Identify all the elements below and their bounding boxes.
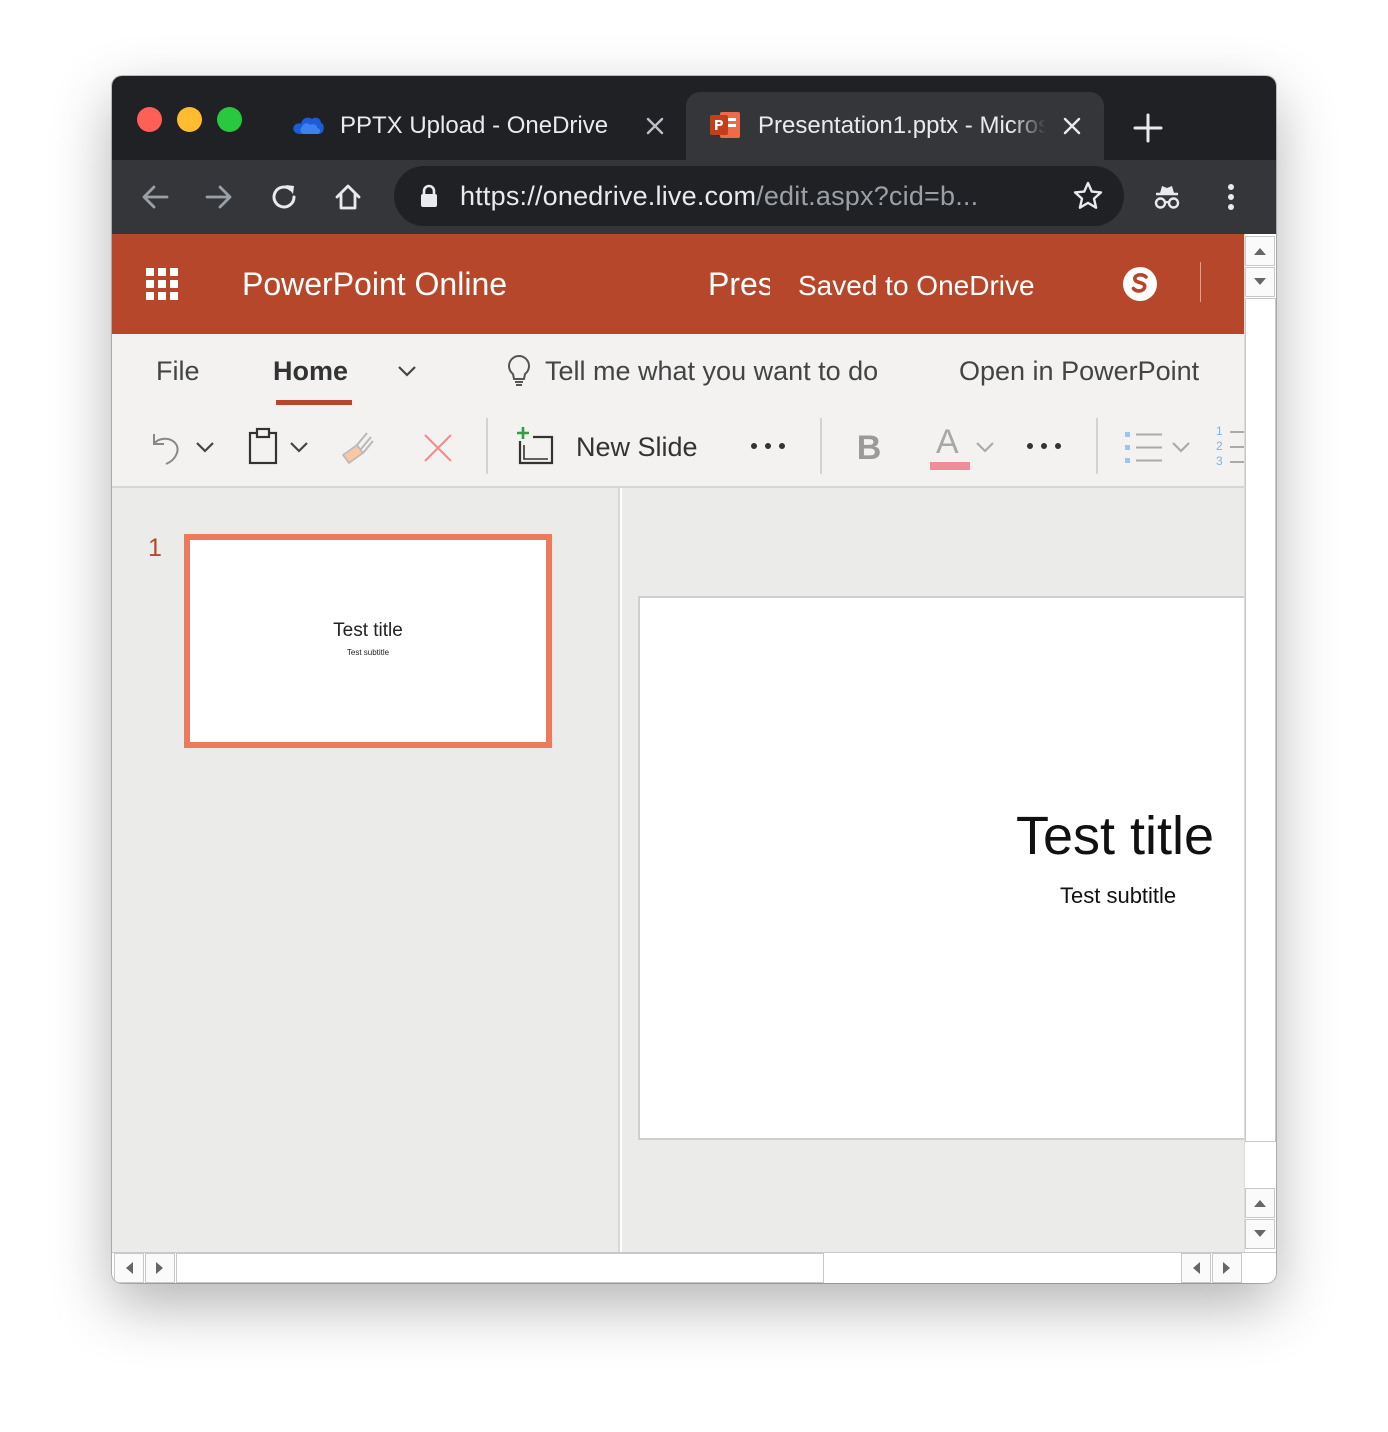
tab-close-icon[interactable]	[643, 114, 667, 138]
url-path: /edit.aspx?cid=b...	[756, 181, 979, 211]
bullets-icon[interactable]	[1124, 428, 1164, 468]
scroll-left-icon[interactable]	[114, 1253, 144, 1283]
horizontal-scrollbar[interactable]	[112, 1252, 1276, 1283]
zoom-window-button[interactable]	[217, 107, 242, 132]
tab-presentation[interactable]: Presentation1.pptx - Microsoft PowerPoin…	[686, 92, 1104, 160]
thumbnail-subtitle: Test subtitle	[346, 648, 390, 657]
format-painter-icon[interactable]	[338, 428, 378, 468]
address-bar[interactable]: https://onedrive.live.com/edit.aspx?cid=…	[394, 166, 1124, 226]
scroll-up-icon[interactable]	[1245, 1188, 1275, 1218]
tab-onedrive[interactable]: PPTX Upload - OneDrive	[277, 92, 687, 160]
vertical-scrollbar[interactable]	[1244, 234, 1276, 1252]
ribbon-separator	[1096, 418, 1098, 474]
app-launcher-icon[interactable]	[146, 268, 178, 300]
undo-icon[interactable]	[146, 428, 186, 468]
font-color-chevron-icon[interactable]	[974, 436, 996, 458]
slide-canvas[interactable]: Test title Test subtitle	[638, 596, 1244, 1140]
delete-x-icon[interactable]	[420, 430, 456, 466]
new-slide-icon[interactable]	[514, 424, 558, 468]
undo-dropdown-chevron-icon[interactable]	[194, 436, 216, 458]
new-slide-button[interactable]: New Slide	[576, 430, 698, 464]
thumbnail-title: Test title	[333, 620, 403, 641]
bookmark-star-icon[interactable]	[1072, 180, 1104, 212]
scroll-up-icon[interactable]	[1245, 236, 1275, 266]
tab-bar: PPTX Upload - OneDrive Presentation1.ppt…	[112, 76, 1276, 160]
numbering-button[interactable]: 1 2 3	[1216, 424, 1244, 470]
tab-file[interactable]: File	[156, 354, 200, 388]
active-tab-indicator	[276, 400, 352, 405]
browser-toolbar: https://onedrive.live.com/edit.aspx?cid=…	[112, 160, 1276, 234]
chevron-down-icon[interactable]	[396, 360, 418, 382]
lightbulb-icon	[508, 355, 530, 386]
ribbon-separator	[486, 418, 488, 474]
url-host: onedrive.live.com	[542, 181, 757, 211]
scroll-down-icon[interactable]	[1245, 1219, 1275, 1249]
app-name[interactable]: PowerPoint Online	[242, 264, 507, 304]
numbering-glyph: 1	[1216, 424, 1223, 438]
slide-title[interactable]: Test title	[1016, 804, 1222, 868]
onedrive-cloud-icon	[293, 117, 324, 134]
scroll-left-icon[interactable]	[1181, 1253, 1211, 1283]
document-name[interactable]: Presentation1	[708, 264, 770, 304]
slide-editing-pane: Test title Test subtitle	[622, 488, 1244, 1252]
close-window-button[interactable]	[137, 107, 162, 132]
scroll-right-icon[interactable]	[1212, 1253, 1242, 1283]
tab-close-icon[interactable]	[1060, 114, 1084, 138]
header-divider	[1200, 262, 1201, 302]
bullets-chevron-icon[interactable]	[1170, 436, 1192, 458]
paste-clipboard-icon[interactable]	[246, 426, 280, 466]
forward-icon[interactable]	[202, 180, 236, 214]
numbering-glyph: 3	[1216, 454, 1223, 468]
tell-me-search[interactable]: Tell me what you want to do	[545, 354, 878, 388]
paste-dropdown-chevron-icon[interactable]	[288, 436, 310, 458]
bold-button[interactable]: B	[852, 428, 886, 468]
ribbon-commands: New Slide B A 1 2 3	[112, 410, 1244, 488]
more-ellipsis-icon[interactable]	[748, 434, 788, 458]
tab-title: Presentation1.pptx - Microsoft PowerPoin…	[758, 112, 1046, 139]
incognito-icon[interactable]	[1150, 180, 1184, 214]
font-color-glyph: A	[936, 423, 959, 461]
home-icon[interactable]	[331, 180, 365, 214]
menu-kebab-icon[interactable]	[1214, 180, 1248, 214]
minimize-window-button[interactable]	[177, 107, 202, 132]
font-color-button[interactable]: A	[930, 422, 970, 470]
slide-subtitle[interactable]: Test subtitle	[1060, 882, 1176, 910]
url-text: https://onedrive.live.com/edit.aspx?cid=…	[460, 180, 1040, 212]
slide-thumbnail[interactable]: Test title Test subtitle	[184, 534, 552, 748]
url-scheme: https://	[460, 181, 543, 211]
scroll-right-icon[interactable]	[145, 1253, 175, 1283]
numbering-glyph: 2	[1216, 439, 1223, 453]
horizontal-scroll-thumb[interactable]	[176, 1253, 824, 1283]
save-status: Saved to OneDrive	[798, 270, 1035, 301]
font-color-swatch	[930, 462, 970, 470]
skype-icon[interactable]	[1120, 264, 1160, 304]
more-ellipsis-icon[interactable]	[1024, 434, 1064, 458]
tab-home[interactable]: Home	[273, 354, 348, 388]
app-header: PowerPoint Online Presentation1 Saved to…	[112, 234, 1244, 334]
powerpoint-icon	[710, 112, 740, 138]
open-in-powerpoint-button[interactable]: Open in PowerPoint	[959, 354, 1199, 388]
scroll-down-icon[interactable]	[1245, 267, 1275, 297]
vertical-scroll-thumb[interactable]	[1245, 298, 1276, 1142]
ribbon-tabs: File Home Tell me what you want to do Op…	[112, 334, 1244, 410]
new-tab-icon[interactable]	[1132, 112, 1164, 144]
back-icon[interactable]	[138, 180, 172, 214]
reload-icon[interactable]	[267, 180, 301, 214]
lock-icon	[421, 184, 437, 207]
tab-title: PPTX Upload - OneDrive	[340, 112, 609, 139]
browser-window: PPTX Upload - OneDrive Presentation1.ppt…	[112, 76, 1276, 1283]
ribbon-separator	[820, 418, 822, 474]
slide-number: 1	[148, 534, 162, 562]
